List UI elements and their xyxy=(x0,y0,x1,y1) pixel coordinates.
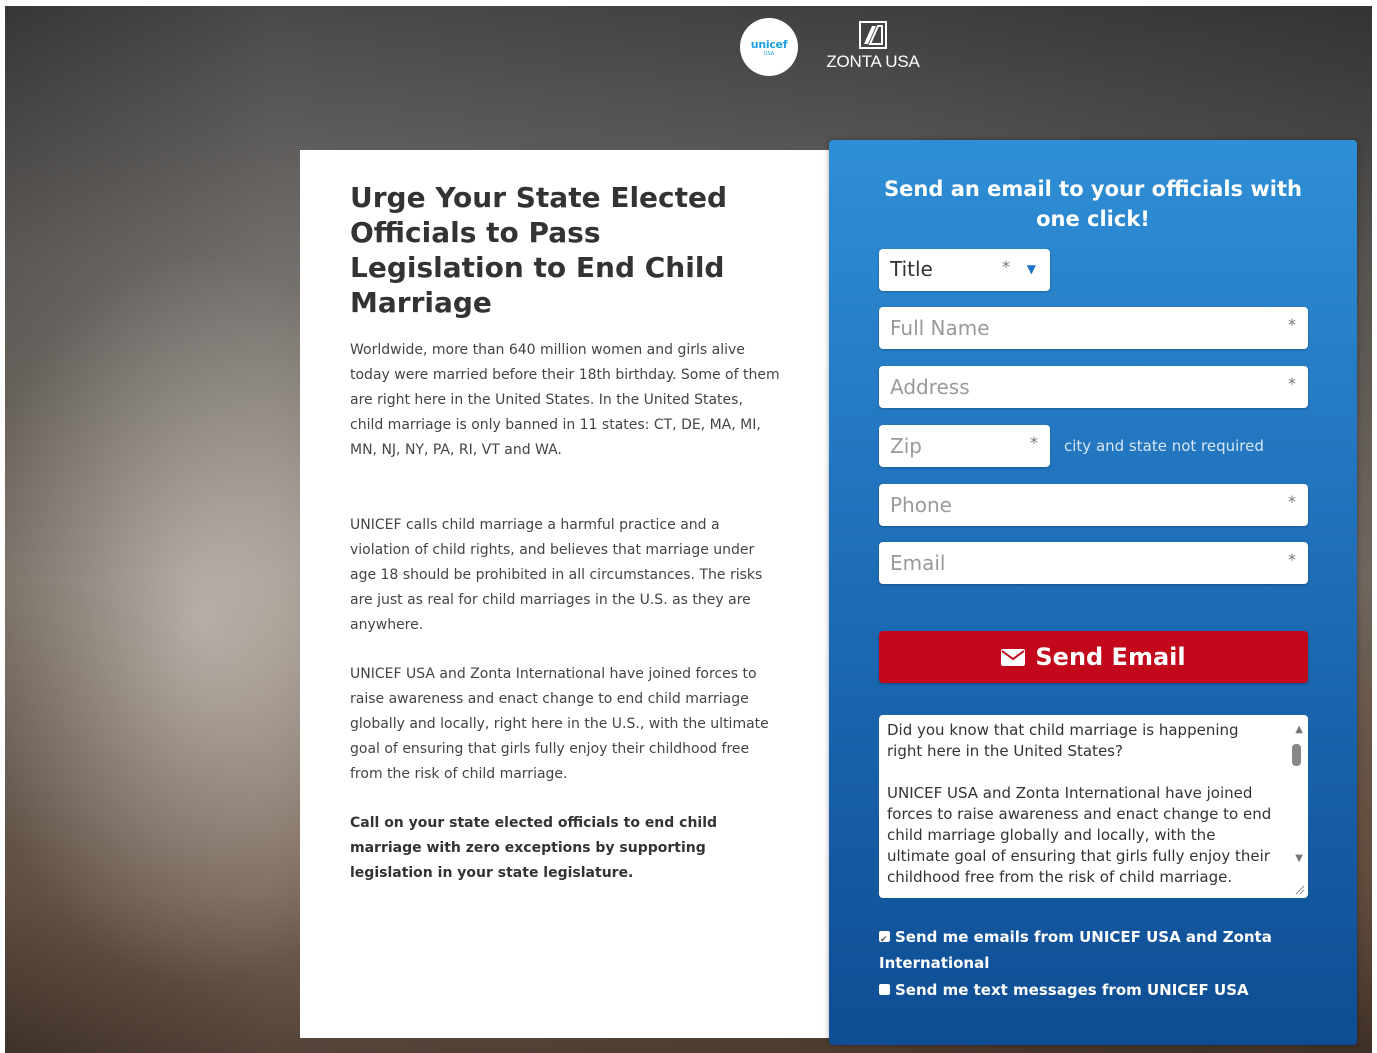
required-marker: * xyxy=(1288,315,1296,334)
required-marker: * xyxy=(1288,492,1296,511)
info-paragraph-2: UNICEF calls child marriage a harmful pr… xyxy=(350,517,763,633)
form-heading: Send an email to your officials with one… xyxy=(884,177,1302,231)
opt-in-texts-checkbox[interactable] xyxy=(879,984,890,995)
required-marker: * xyxy=(1288,374,1296,393)
page-frame-top xyxy=(0,0,1377,6)
email-form-panel: Send an email to your officials with one… xyxy=(829,140,1357,1045)
unicef-logo-word: unicef xyxy=(750,37,788,51)
info-paragraph-3: UNICEF USA and Zonta International have … xyxy=(350,666,769,782)
zip-field[interactable]: * xyxy=(879,425,1050,467)
opt-in-emails-checkbox[interactable] xyxy=(879,927,890,953)
opt-in-emails[interactable]: Send me emails from UNICEF USA and Zonta… xyxy=(879,924,1308,976)
resize-grip-icon[interactable] xyxy=(1293,883,1305,895)
message-textarea[interactable]: Did you know that child marriage is happ… xyxy=(879,715,1308,898)
required-marker: * xyxy=(1030,433,1038,452)
email-field[interactable]: * xyxy=(879,542,1308,584)
opt-in-texts[interactable]: Send me text messages from UNICEF USA xyxy=(879,977,1308,1003)
full-name-input[interactable] xyxy=(879,307,1308,349)
required-marker: * xyxy=(1288,550,1296,569)
zonta-logo-word: ZONTA USA xyxy=(826,52,920,71)
zip-input[interactable] xyxy=(879,425,1050,467)
email-input[interactable] xyxy=(879,542,1308,584)
opt-in-texts-label: Send me text messages from UNICEF USA xyxy=(895,981,1249,999)
scrollbar-thumb[interactable] xyxy=(1292,744,1301,766)
zonta-usa-logo[interactable]: ZONTA USA xyxy=(818,20,928,80)
call-to-action-text: Call on your state elected officials to … xyxy=(350,815,718,881)
title-select[interactable]: Title * ▼ xyxy=(879,249,1050,291)
opt-in-emails-label: Send me emails from UNICEF USA and Zonta… xyxy=(879,928,1272,972)
full-name-field[interactable]: * xyxy=(879,307,1308,349)
info-paragraph-1: Worldwide, more than 640 million women a… xyxy=(350,342,780,458)
info-panel: Urge Your State Elected Officials to Pas… xyxy=(300,150,830,1038)
required-marker: * xyxy=(1002,257,1010,276)
zip-note: city and state not required xyxy=(1064,437,1264,455)
message-text: Did you know that child marriage is happ… xyxy=(887,721,1272,886)
address-input[interactable] xyxy=(879,366,1308,408)
page-title: Urge Your State Elected Officials to Pas… xyxy=(350,181,728,319)
zonta-mark-icon xyxy=(859,21,887,49)
unicef-logo-sub: USA xyxy=(763,50,775,57)
page-frame-left xyxy=(0,0,5,1053)
unicef-usa-logo[interactable]: unicef USA xyxy=(740,18,798,76)
address-field[interactable]: * xyxy=(879,366,1308,408)
chevron-down-icon: ▼ xyxy=(1026,262,1036,276)
send-email-label: Send Email xyxy=(1035,643,1186,671)
scroll-up-icon[interactable]: ▲ xyxy=(1295,724,1303,735)
phone-field[interactable]: * xyxy=(879,484,1308,526)
page-frame-right xyxy=(1372,0,1377,1053)
send-email-button[interactable]: Send Email xyxy=(879,631,1308,683)
title-select-value: Title xyxy=(890,257,933,281)
scroll-down-icon[interactable]: ▼ xyxy=(1295,853,1303,864)
phone-input[interactable] xyxy=(879,484,1308,526)
envelope-icon xyxy=(1001,648,1026,666)
